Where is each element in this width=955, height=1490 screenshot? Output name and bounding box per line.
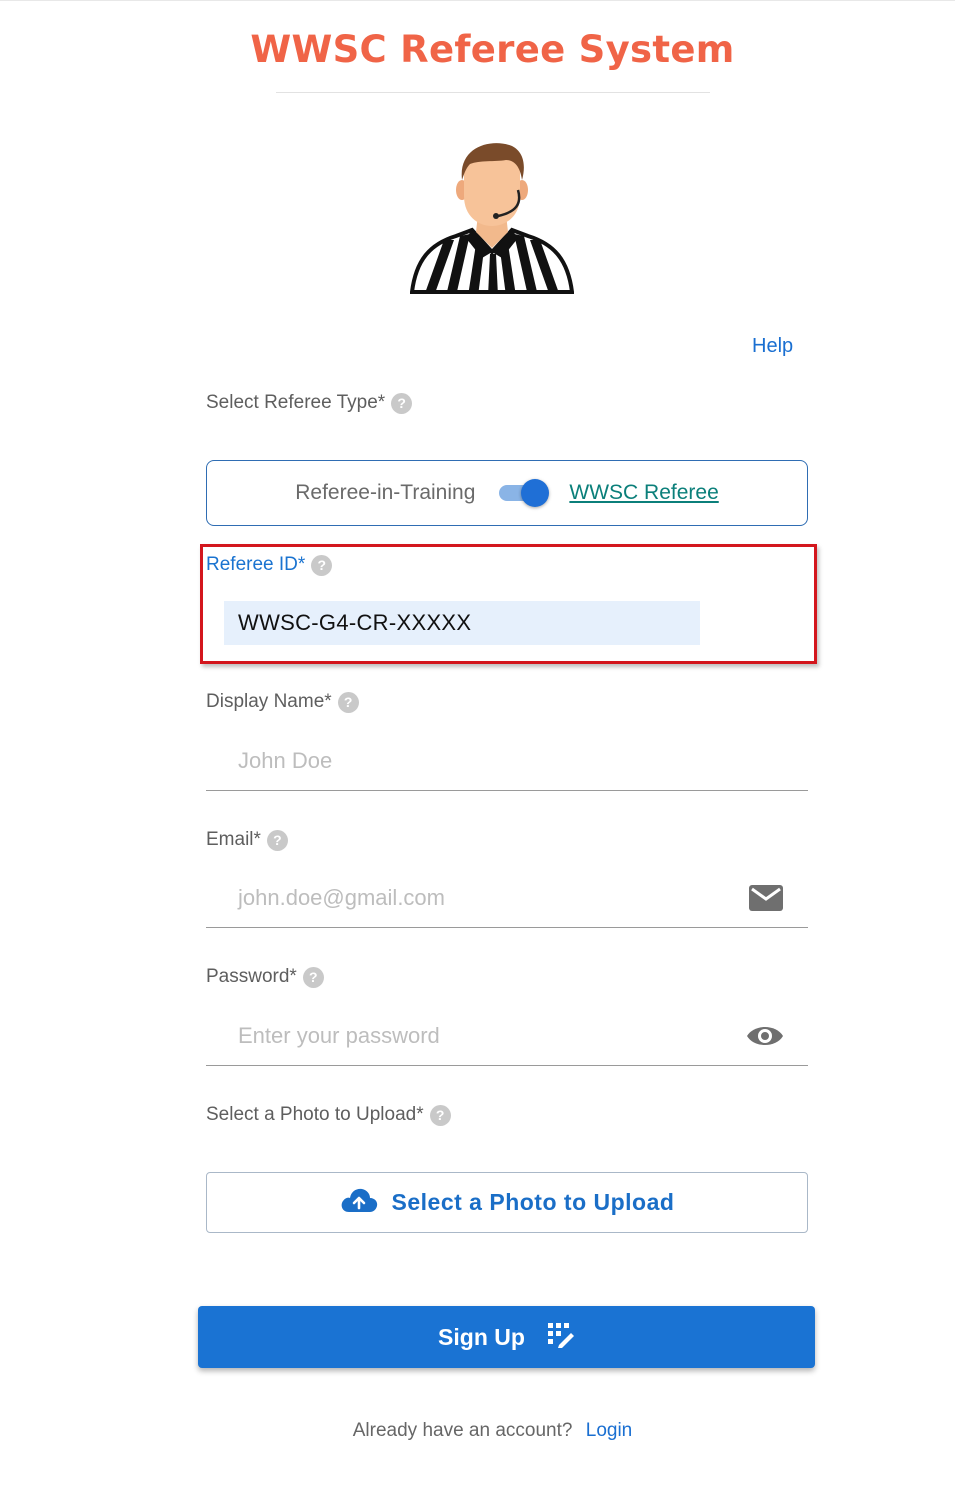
referee-type-selector: Referee-in-Training WWSC Referee [206,460,808,526]
photo-label-text: Select a Photo to Upload* [206,1104,424,1125]
referee-id-input[interactable]: WWSC-G4-CR-XXXXX [224,601,700,645]
help-icon[interactable]: ? [311,554,333,576]
signup-icon [547,1322,575,1353]
select-photo-label: Select a Photo to Upload [391,1189,675,1215]
password-input[interactable]: Enter your password [238,1023,746,1049]
help-icon[interactable]: ? [302,966,324,988]
photo-label: Select a Photo to Upload* ? [206,1104,451,1126]
password-label: Password* ? [206,966,324,988]
referee-id-label: Referee ID* ? [206,554,333,576]
display-name-field[interactable]: John Doe [206,731,808,791]
referee-type-label: Select Referee Type* ? [206,392,413,414]
login-prompt: Already have an account? Login [0,1420,955,1442]
display-name-label-text: Display Name* [206,691,332,712]
email-field[interactable]: john.doe@gmail.com [206,868,808,928]
display-name-input[interactable]: John Doe [238,748,808,774]
referee-type-toggle[interactable] [497,479,553,507]
help-icon[interactable]: ? [266,829,288,851]
page-title: WWSC Referee System [250,28,735,71]
password-field[interactable]: Enter your password [206,1006,808,1066]
toggle-knob [521,479,550,507]
wwsc-referee-option[interactable]: WWSC Referee [569,481,718,505]
cloud-upload-icon [340,1187,378,1218]
mail-icon [748,883,784,913]
referee-id-label-text: Referee ID* [206,554,306,575]
login-question: Already have an account? [352,1420,573,1441]
help-link[interactable]: Help [752,335,793,358]
help-icon[interactable]: ? [337,691,359,713]
login-link[interactable]: Login [586,1420,633,1441]
select-photo-button[interactable]: Select a Photo to Upload [206,1172,808,1233]
sign-up-button[interactable]: Sign Up [198,1306,815,1368]
display-name-label: Display Name* ? [206,691,359,713]
password-label-text: Password* [206,966,297,987]
sign-up-label: Sign Up [438,1323,525,1350]
referee-avatar-image [410,143,574,294]
title-divider [276,92,710,93]
referee-type-label-text: Select Referee Type* [206,392,386,413]
email-input[interactable]: john.doe@gmail.com [238,885,748,911]
email-label: Email* ? [206,829,288,851]
top-border [0,0,955,1]
help-icon[interactable]: ? [429,1104,451,1126]
referee-in-training-option[interactable]: Referee-in-Training [295,481,475,505]
email-label-text: Email* [206,829,261,850]
help-icon[interactable]: ? [391,392,413,414]
eye-icon[interactable] [746,1023,784,1049]
